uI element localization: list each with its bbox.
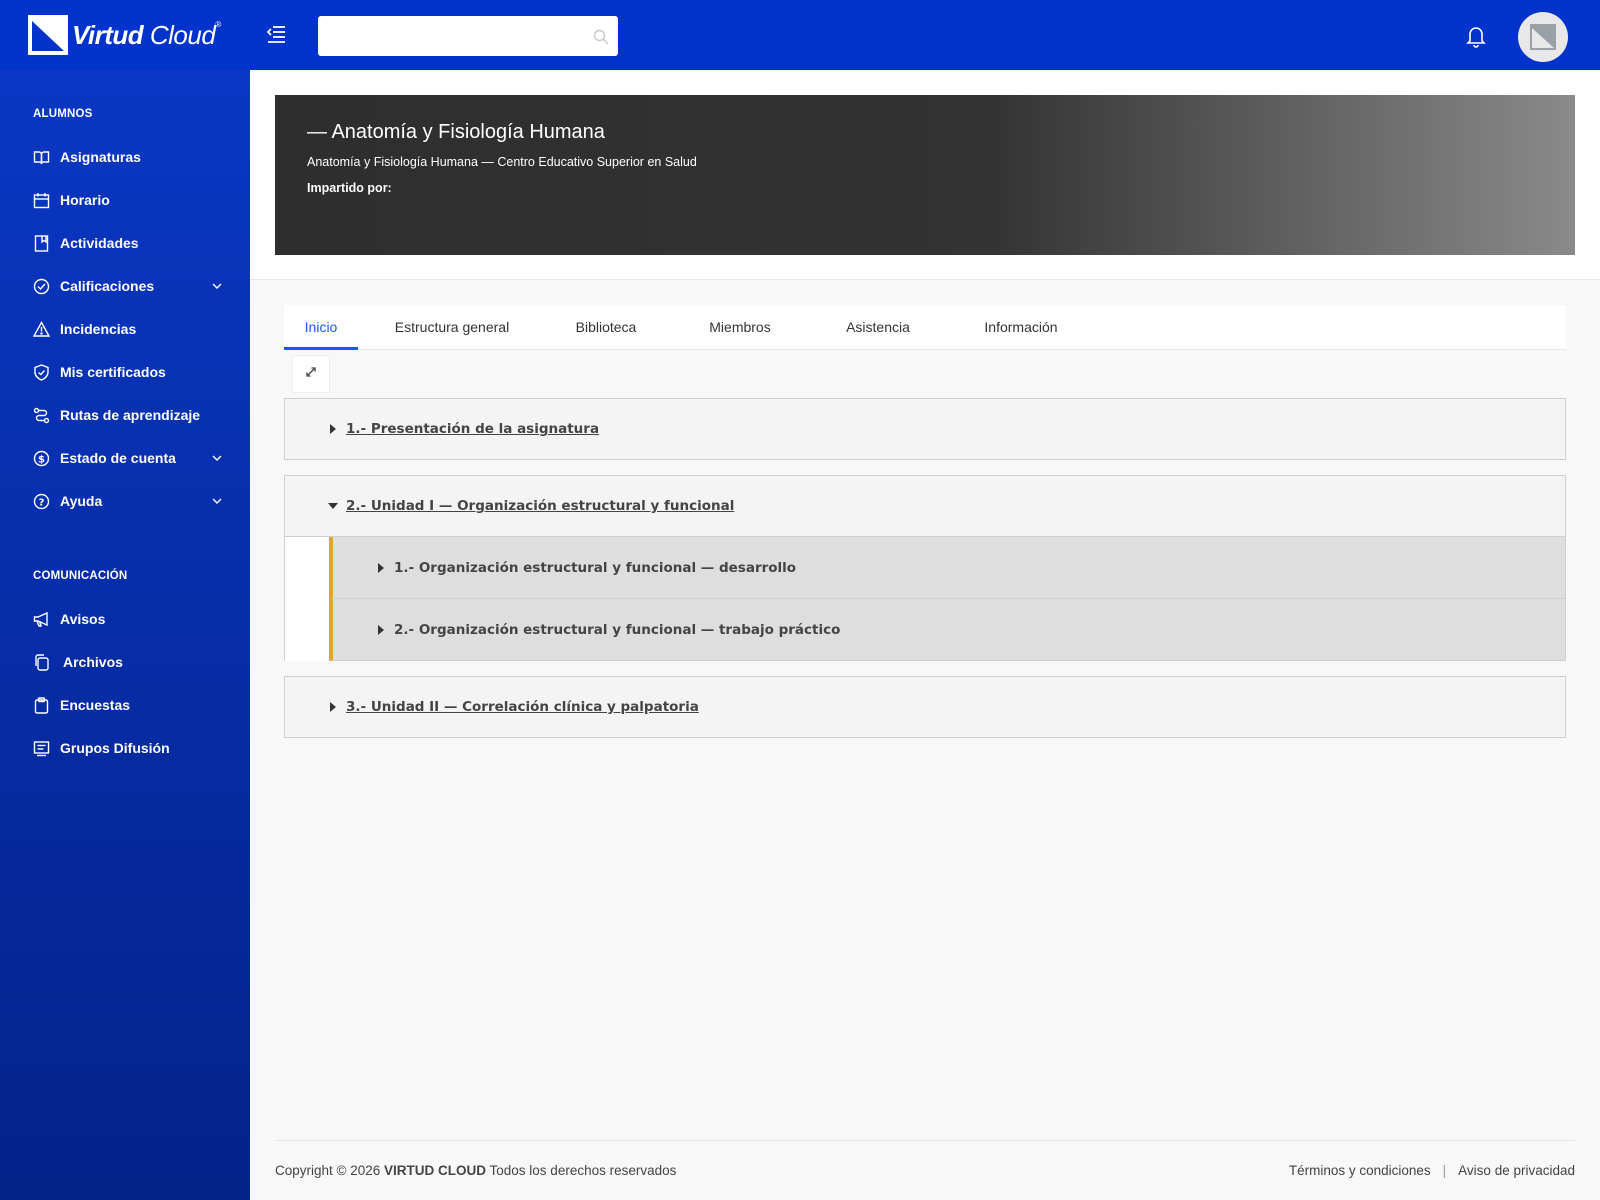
sidebar: ALUMNOS Asignaturas Horario Actividades … xyxy=(0,70,250,1200)
warning-icon xyxy=(32,320,51,338)
chevron-down-icon[interactable] xyxy=(211,494,223,506)
search-icon[interactable] xyxy=(592,28,610,46)
sidebar-item-grupos-difusion[interactable]: Grupos Difusión xyxy=(0,730,250,766)
sidebar-item-ayuda[interactable]: ? Ayuda xyxy=(0,483,250,519)
bell-icon[interactable] xyxy=(1465,24,1487,48)
clipboard-icon xyxy=(33,696,50,714)
sidebar-item-label: Grupos Difusión xyxy=(60,740,170,756)
bookmark-icon xyxy=(33,234,50,252)
caret-right-icon xyxy=(378,562,384,573)
sidebar-item-asignaturas[interactable]: Asignaturas xyxy=(0,139,250,175)
section-heading-students: ALUMNOS xyxy=(33,108,93,120)
tab-biblioteca[interactable]: Biblioteca xyxy=(573,305,639,350)
avatar[interactable] xyxy=(1518,12,1568,62)
svg-text:?: ? xyxy=(39,497,45,508)
unit-accordion-3[interactable]: 3.- Unidad II — Correlación clínica y pa… xyxy=(284,676,1566,738)
subunit-accordion-1[interactable]: 1.- Organización estructural y funcional… xyxy=(329,537,1566,599)
caret-right-icon xyxy=(330,424,336,434)
shield-check-icon xyxy=(33,363,50,381)
files-icon xyxy=(33,653,50,671)
course-tabs: Inicio Estructura general Biblioteca Mie… xyxy=(284,305,1566,350)
subunit-indent xyxy=(284,537,329,661)
section-heading-communication: COMUNICACIÓN xyxy=(33,570,128,582)
sidebar-item-label: Estado de cuenta xyxy=(60,450,176,466)
check-circle-icon xyxy=(33,278,50,295)
unit-accordion-2[interactable]: 2.- Unidad I — Organización estructural … xyxy=(284,475,1566,537)
sidebar-item-calificaciones[interactable]: Calificaciones xyxy=(0,268,250,304)
tab-informacion[interactable]: Información xyxy=(982,305,1060,350)
tab-estructura-general[interactable]: Estructura general xyxy=(394,305,510,350)
sidebar-item-archivos[interactable]: Archivos xyxy=(0,644,250,680)
sidebar-item-label: Ayuda xyxy=(60,493,103,509)
sidebar-item-mis-certificados[interactable]: Mis certificados xyxy=(0,354,250,390)
sidebar-item-label: Avisos xyxy=(60,611,106,627)
course-subtitle: Anatomía y Fisiología Humana — Centro Ed… xyxy=(307,155,697,169)
sidebar-item-label: Calificaciones xyxy=(60,278,155,294)
menu-toggle-icon[interactable] xyxy=(264,22,288,46)
sidebar-item-incidencias[interactable]: Incidencias xyxy=(0,311,250,347)
calendar-icon xyxy=(33,192,50,209)
caret-right-icon xyxy=(330,702,336,712)
megaphone-icon xyxy=(33,611,50,628)
help-circle-icon: ? xyxy=(33,493,50,510)
svg-text:$: $ xyxy=(38,454,45,465)
unit-accordion-1[interactable]: 1.- Presentación de la asignatura xyxy=(284,398,1566,460)
caret-down-icon xyxy=(328,503,338,509)
book-icon xyxy=(33,149,50,166)
footer-separator: | xyxy=(1442,1163,1447,1178)
tab-asistencia[interactable]: Asistencia xyxy=(845,305,911,350)
sidebar-item-label: Horario xyxy=(60,192,110,208)
sidebar-item-label: Incidencias xyxy=(60,321,137,337)
sidebar-item-label: Rutas de aprendizaje xyxy=(60,407,201,423)
chevron-down-icon[interactable] xyxy=(211,451,223,463)
sidebar-item-avisos[interactable]: Avisos xyxy=(0,601,250,637)
tab-miembros[interactable]: Miembros xyxy=(707,305,773,350)
privacy-link[interactable]: Aviso de privacidad xyxy=(1458,1163,1575,1178)
terms-link[interactable]: Términos y condiciones xyxy=(1289,1163,1431,1178)
unit-title[interactable]: 2.- Unidad I — Organización estructural … xyxy=(346,498,734,514)
top-bar: Virtud Cloud® xyxy=(0,0,1600,70)
sidebar-item-horario[interactable]: Horario xyxy=(0,182,250,218)
unit-title[interactable]: 3.- Unidad II — Correlación clínica y pa… xyxy=(346,699,699,715)
footer: Copyright © 2026 VIRTUD CLOUD Todos los … xyxy=(275,1140,1575,1200)
subunit-title: 2.- Organización estructural y funcional… xyxy=(394,621,841,638)
sidebar-item-label: Archivos xyxy=(63,654,123,670)
sidebar-item-estado-de-cuenta[interactable]: $ Estado de cuenta xyxy=(0,440,250,476)
sidebar-item-rutas-de-aprendizaje[interactable]: Rutas de aprendizaje xyxy=(0,397,250,433)
chevron-down-icon[interactable] xyxy=(211,279,223,291)
avatar-image-icon xyxy=(1530,24,1556,50)
sidebar-item-actividades[interactable]: Actividades xyxy=(0,225,250,261)
expand-button[interactable] xyxy=(292,355,330,393)
sidebar-item-label: Mis certificados xyxy=(60,364,166,380)
course-title: — Anatomía y Fisiología Humana xyxy=(307,121,605,143)
list-icon xyxy=(33,740,50,757)
sidebar-item-encuestas[interactable]: Encuestas xyxy=(0,687,250,723)
main-content: — Anatomía y Fisiología Humana Anatomía … xyxy=(250,70,1600,1200)
copyright: Copyright © 2026 VIRTUD CLOUD Todos los … xyxy=(275,1163,677,1178)
tab-inicio[interactable]: Inicio xyxy=(284,305,358,350)
caret-right-icon xyxy=(378,624,384,635)
dollar-circle-icon: $ xyxy=(33,450,50,467)
footer-links: Términos y condiciones | Aviso de privacid… xyxy=(1289,1163,1575,1178)
course-banner: — Anatomía y Fisiología Humana Anatomía … xyxy=(275,95,1575,255)
search-input[interactable] xyxy=(318,16,578,56)
unit-title[interactable]: 1.- Presentación de la asignatura xyxy=(346,421,599,437)
logo-mark-icon xyxy=(28,15,68,55)
subunit-accordion-2[interactable]: 2.- Organización estructural y funcional… xyxy=(329,599,1566,661)
route-icon xyxy=(33,407,50,424)
sidebar-item-label: Asignaturas xyxy=(60,149,141,165)
search-box xyxy=(318,16,618,56)
logo-text: Virtud Cloud® xyxy=(72,19,221,50)
expand-arrows-icon xyxy=(304,365,318,384)
subunit-title: 1.- Organización estructural y funcional… xyxy=(394,559,797,576)
sidebar-item-label: Actividades xyxy=(60,235,139,251)
sidebar-item-label: Encuestas xyxy=(60,697,131,713)
course-taught-by: Impartido por: xyxy=(307,181,392,195)
logo[interactable]: Virtud Cloud® xyxy=(28,15,221,55)
course-header: — Anatomía y Fisiología Humana Anatomía … xyxy=(250,70,1600,280)
